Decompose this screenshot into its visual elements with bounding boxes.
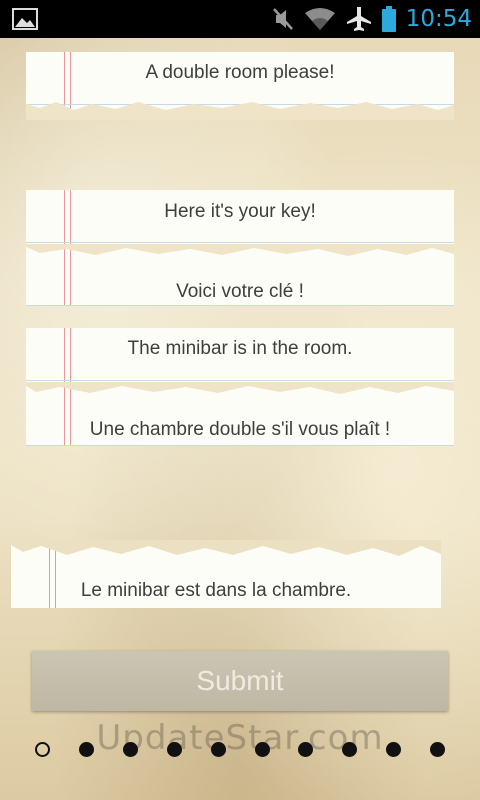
wifi-icon [304,8,335,30]
page-dot[interactable] [430,742,445,757]
submit-button[interactable]: Submit [32,651,448,711]
english-phrase: A double room please! [145,62,335,83]
english-card-3[interactable]: The minibar is in the room. [26,328,454,384]
status-bar: 10:54 [0,0,480,38]
english-card-1[interactable]: A double room please! [26,52,454,120]
french-card-2[interactable]: Une chambre double s'il vous plaît ! [26,382,454,446]
torn-edge [26,244,454,256]
page-indicator [30,740,450,760]
page-dot[interactable] [386,742,401,757]
page-dot[interactable] [211,742,226,757]
torn-edge [26,102,454,120]
page-dot[interactable] [298,742,313,757]
page-dot[interactable] [255,742,270,757]
page-dot[interactable] [35,742,50,757]
french-phrase: Voici votre clé ! [176,281,304,302]
torn-edge [11,540,441,556]
english-phrase: Here it's your key! [164,201,316,222]
clock: 10:54 [405,6,472,32]
airplane-icon [346,7,371,31]
french-phrase: Le minibar est dans la chambre. [80,580,352,601]
torn-edge [26,382,454,394]
english-card-2[interactable]: Here it's your key! [26,190,454,246]
battery-icon [381,6,396,32]
mute-icon [272,8,293,30]
english-phrase: The minibar is in the room. [127,338,353,359]
page-dot[interactable] [167,742,182,757]
page-dot[interactable] [123,742,138,757]
french-phrase: Une chambre double s'il vous plaît ! [89,419,391,440]
french-card-1[interactable]: Voici votre clé ! [26,244,454,306]
page-dot[interactable] [342,742,357,757]
image-icon [12,8,38,30]
page-dot[interactable] [79,742,94,757]
french-card-3[interactable]: Le minibar est dans la chambre. [11,540,441,608]
